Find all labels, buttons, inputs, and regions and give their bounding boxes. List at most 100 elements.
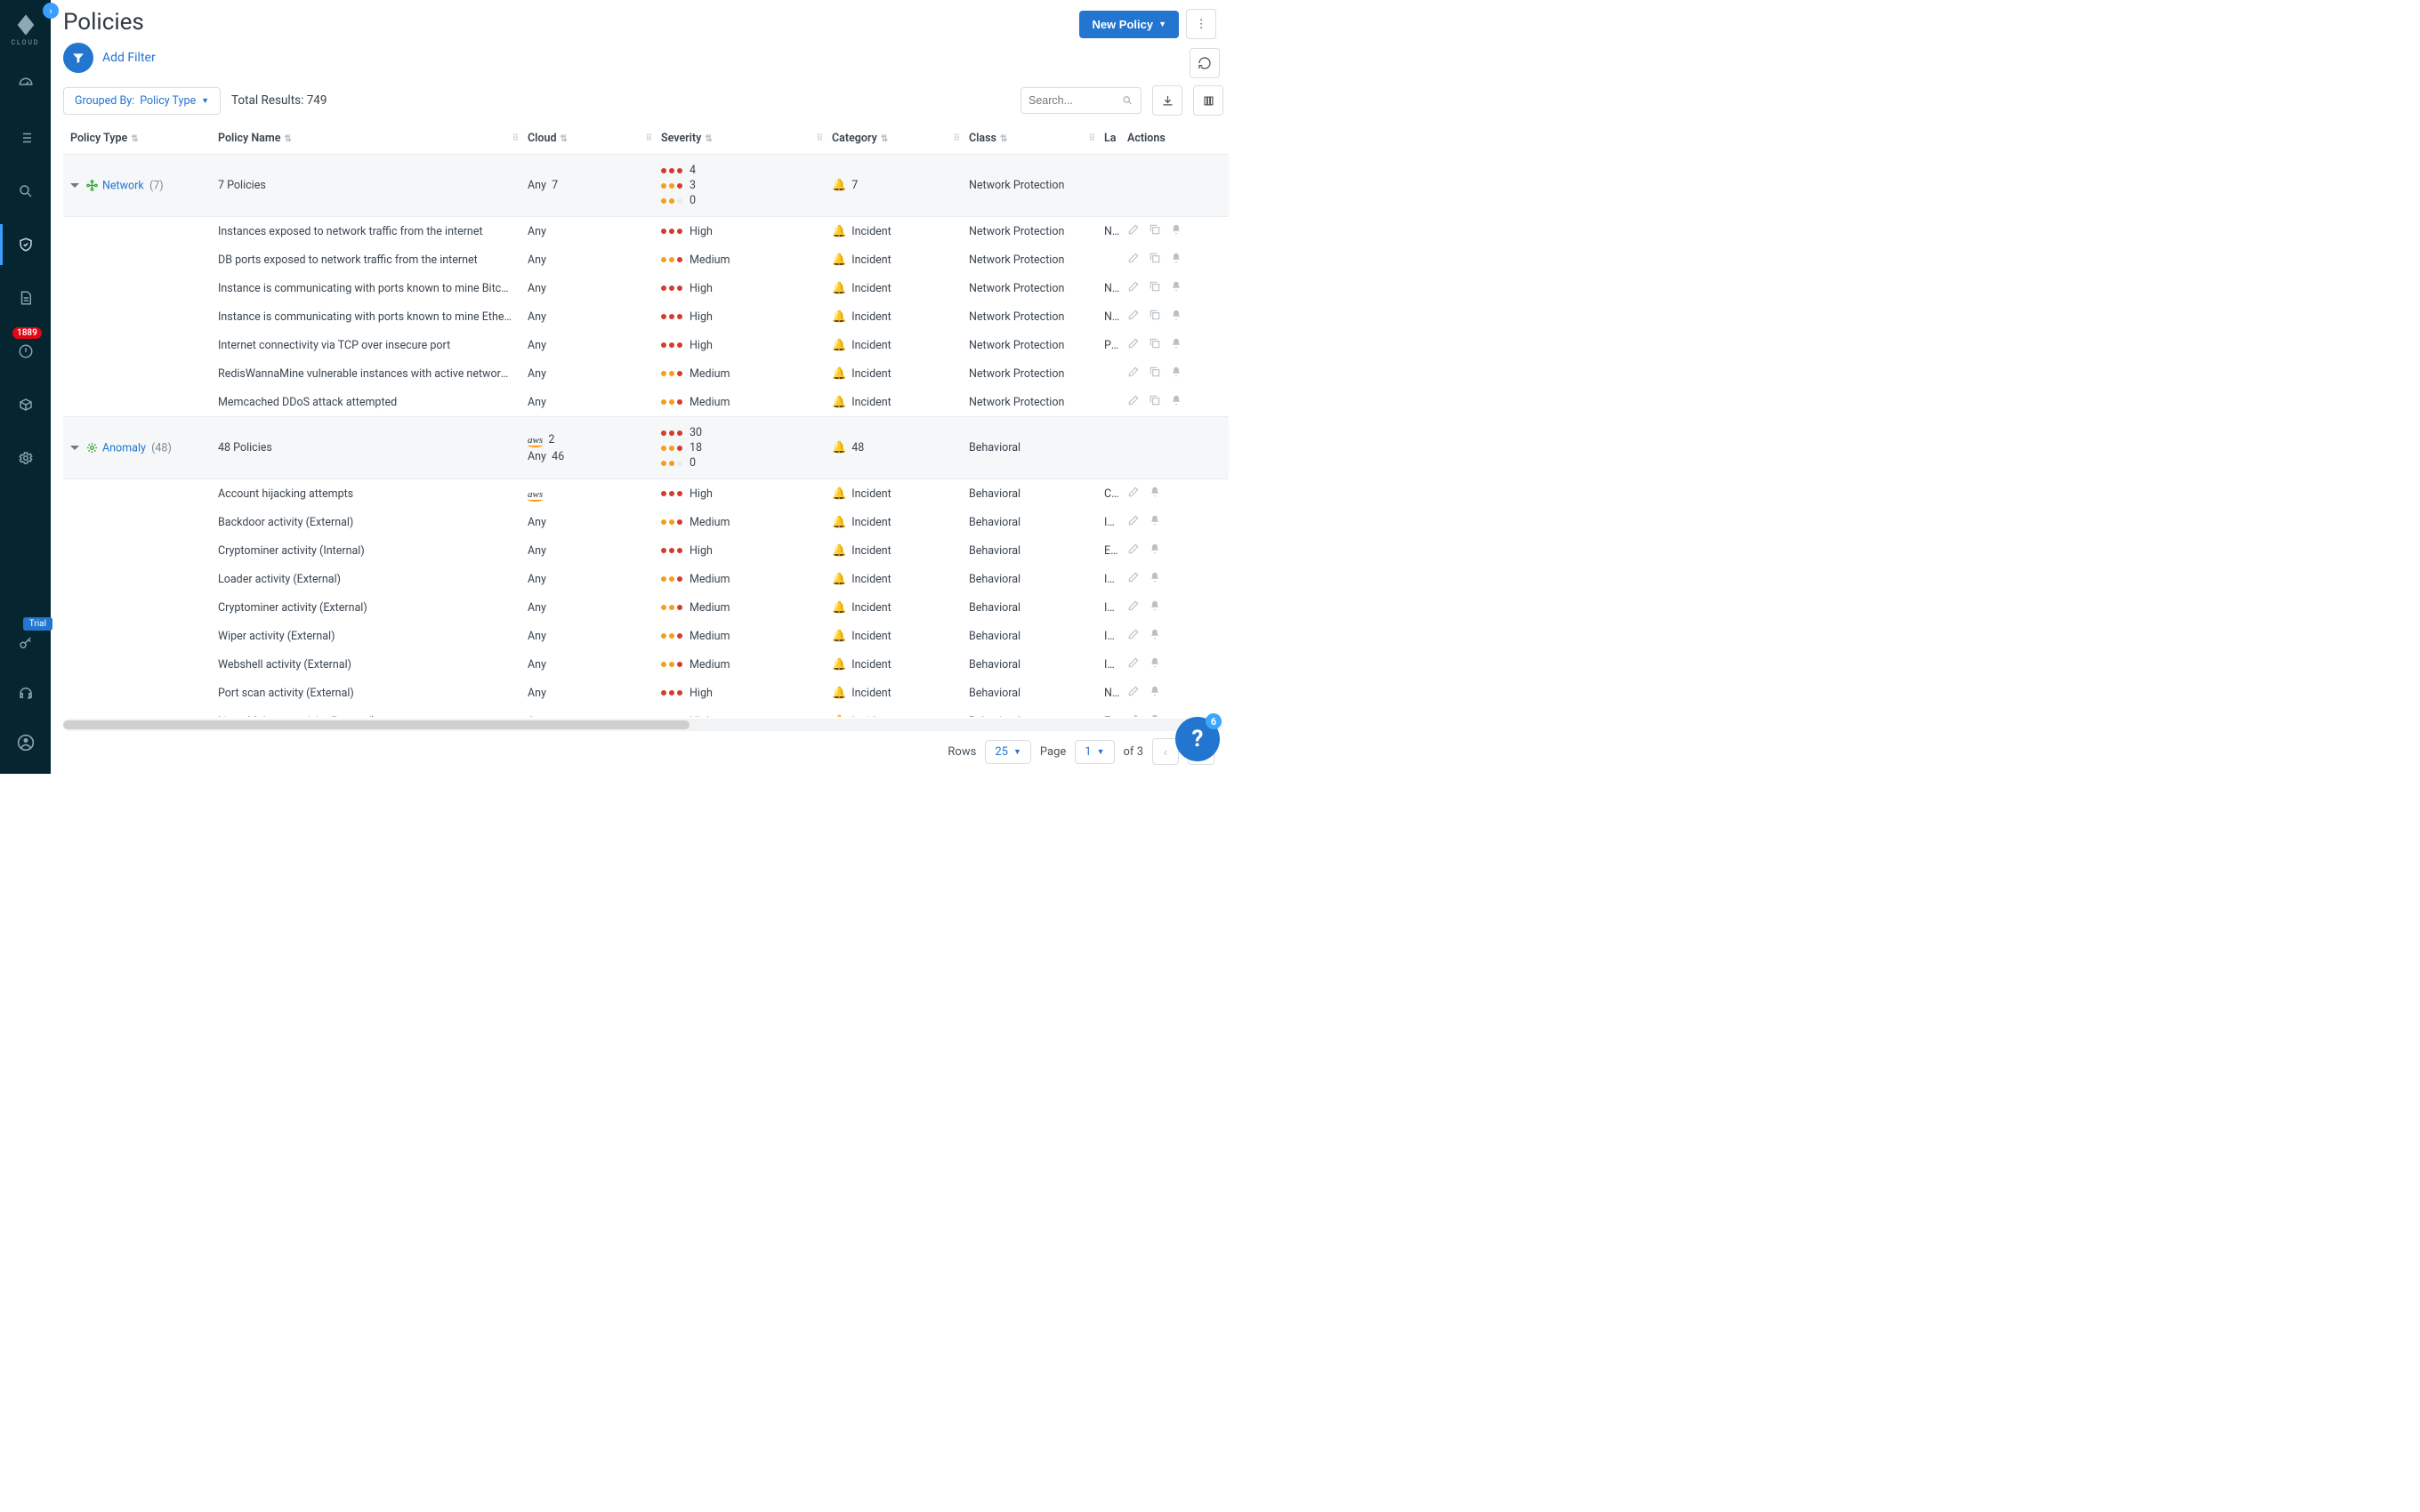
row-action-edit[interactable] xyxy=(1127,543,1140,559)
row-action-edit[interactable] xyxy=(1127,628,1140,644)
table-row[interactable]: Cryptominer activity (External)AnyMedium… xyxy=(63,593,1229,622)
group-by-selector[interactable]: Grouped By:Policy Type ▼ xyxy=(63,87,221,115)
cube-icon xyxy=(18,397,34,413)
table-row[interactable]: Instances exposed to network traffic fro… xyxy=(63,217,1229,246)
row-action-bell[interactable] xyxy=(1170,394,1182,410)
more-menu-button[interactable]: ⋮ xyxy=(1186,9,1216,39)
cell-category: 🔔Incident xyxy=(825,508,962,536)
table-row[interactable]: DB ports exposed to network traffic from… xyxy=(63,245,1229,274)
row-action-edit[interactable] xyxy=(1127,280,1140,296)
col-severity[interactable]: Severity⇅⠿ xyxy=(654,123,825,155)
cell-actions xyxy=(1120,508,1229,536)
row-action-bell[interactable] xyxy=(1149,486,1161,502)
table-row[interactable]: Port scan activity (External)AnyHigh🔔Inc… xyxy=(63,679,1229,707)
table-row[interactable]: Instance is communicating with ports kno… xyxy=(63,302,1229,331)
columns-button[interactable] xyxy=(1193,85,1223,116)
table-row[interactable]: Webshell activity (External)AnyMedium🔔In… xyxy=(63,650,1229,679)
cell-labels: In xyxy=(1097,565,1120,593)
row-action-edit[interactable] xyxy=(1127,309,1140,325)
cell-class: Behavioral xyxy=(962,536,1097,565)
row-action-edit[interactable] xyxy=(1127,514,1140,530)
col-labels[interactable]: La xyxy=(1097,123,1120,155)
table-row[interactable]: Wiper activity (External)AnyMedium🔔Incid… xyxy=(63,622,1229,650)
nav-dashboard[interactable] xyxy=(0,71,51,98)
row-action-copy[interactable] xyxy=(1149,309,1161,325)
row-action-bell[interactable] xyxy=(1170,309,1182,325)
table-row[interactable]: Account hijacking attemptsawsHigh🔔Incide… xyxy=(63,479,1229,509)
filter-chip[interactable] xyxy=(63,43,93,73)
table-row[interactable]: Internet connectivity via TCP over insec… xyxy=(63,331,1229,359)
cell-cloud: Any xyxy=(520,359,654,388)
table-row[interactable]: Linux Malware activity (Internal)AnyHigh… xyxy=(63,707,1229,717)
horizontal-scrollbar[interactable] xyxy=(63,719,1223,731)
row-action-copy[interactable] xyxy=(1149,337,1161,353)
row-action-bell[interactable] xyxy=(1149,514,1161,530)
row-action-edit[interactable] xyxy=(1127,394,1140,410)
row-action-bell[interactable] xyxy=(1170,280,1182,296)
table-row[interactable]: Backdoor activity (External)AnyMedium🔔In… xyxy=(63,508,1229,536)
nav-list[interactable] xyxy=(0,125,51,151)
row-action-copy[interactable] xyxy=(1149,223,1161,239)
table-row[interactable]: Memcached DDoS attack attemptedAnyMedium… xyxy=(63,388,1229,417)
col-policy-type[interactable]: Policy Type⇅ xyxy=(63,123,211,155)
search-input[interactable] xyxy=(1028,94,1122,107)
row-action-edit[interactable] xyxy=(1127,713,1140,717)
col-cloud[interactable]: Cloud⇅⠿ xyxy=(520,123,654,155)
row-action-copy[interactable] xyxy=(1149,366,1161,382)
cell-labels: In xyxy=(1097,650,1120,679)
search-box[interactable] xyxy=(1020,87,1141,114)
table-row[interactable]: Instance is communicating with ports kno… xyxy=(63,274,1229,302)
row-action-bell[interactable] xyxy=(1149,713,1161,717)
row-action-copy[interactable] xyxy=(1149,394,1161,410)
expand-sidebar-button[interactable]: › xyxy=(43,3,59,19)
nav-policies[interactable] xyxy=(0,231,51,258)
page-select[interactable]: 1▼ xyxy=(1075,740,1114,764)
nav-trial[interactable]: Trial xyxy=(0,630,51,656)
table-row[interactable]: RedisWannaMine vulnerable instances with… xyxy=(63,359,1229,388)
row-action-edit[interactable] xyxy=(1127,486,1140,502)
row-action-bell[interactable] xyxy=(1149,685,1161,701)
row-action-bell[interactable] xyxy=(1149,656,1161,672)
row-action-bell[interactable] xyxy=(1170,366,1182,382)
row-action-bell[interactable] xyxy=(1170,223,1182,239)
row-action-bell[interactable] xyxy=(1149,599,1161,615)
col-category[interactable]: Category⇅⠿ xyxy=(825,123,962,155)
row-action-edit[interactable] xyxy=(1127,252,1140,268)
nav-search[interactable] xyxy=(0,178,51,205)
row-action-edit[interactable] xyxy=(1127,571,1140,587)
undo-button[interactable] xyxy=(1190,48,1220,78)
row-action-bell[interactable] xyxy=(1149,571,1161,587)
help-fab[interactable]: ? 6 xyxy=(1175,717,1220,761)
table-row[interactable]: Cryptominer activity (Internal)AnyHigh🔔I… xyxy=(63,536,1229,565)
nav-profile[interactable] xyxy=(0,729,51,756)
row-action-edit[interactable] xyxy=(1127,223,1140,239)
row-action-copy[interactable] xyxy=(1149,252,1161,268)
cell-category: 🔔Incident xyxy=(825,593,962,622)
group-row[interactable]: Network (7)7 PoliciesAny 7430🔔7Network P… xyxy=(63,155,1229,217)
col-class[interactable]: Class⇅⠿ xyxy=(962,123,1097,155)
add-filter-link[interactable]: Add Filter xyxy=(102,51,156,65)
new-policy-button[interactable]: New Policy ▼ xyxy=(1079,11,1179,38)
group-row[interactable]: Anomaly (48)48 Policiesaws 2Any 4630180🔔… xyxy=(63,417,1229,479)
row-action-edit[interactable] xyxy=(1127,366,1140,382)
row-action-edit[interactable] xyxy=(1127,656,1140,672)
row-action-bell[interactable] xyxy=(1149,543,1161,559)
nav-reports[interactable] xyxy=(0,285,51,311)
row-action-edit[interactable] xyxy=(1127,599,1140,615)
download-button[interactable] xyxy=(1152,85,1182,116)
col-policy-name[interactable]: Policy Name⇅⠿ xyxy=(211,123,520,155)
nav-support[interactable] xyxy=(0,680,51,706)
nav-settings[interactable] xyxy=(0,445,51,471)
row-action-bell[interactable] xyxy=(1149,628,1161,644)
row-action-bell[interactable] xyxy=(1170,337,1182,353)
scrollbar-thumb[interactable] xyxy=(63,720,690,729)
rows-per-page-select[interactable]: 25▼ xyxy=(985,740,1031,764)
nav-inventory[interactable] xyxy=(0,391,51,418)
row-action-copy[interactable] xyxy=(1149,280,1161,296)
table-row[interactable]: Loader activity (External)AnyMedium🔔Inci… xyxy=(63,565,1229,593)
row-action-edit[interactable] xyxy=(1127,685,1140,701)
row-action-edit[interactable] xyxy=(1127,337,1140,353)
cell-class: Network Protection xyxy=(962,245,1097,274)
nav-alerts[interactable]: 1889 xyxy=(0,338,51,365)
row-action-bell[interactable] xyxy=(1170,252,1182,268)
